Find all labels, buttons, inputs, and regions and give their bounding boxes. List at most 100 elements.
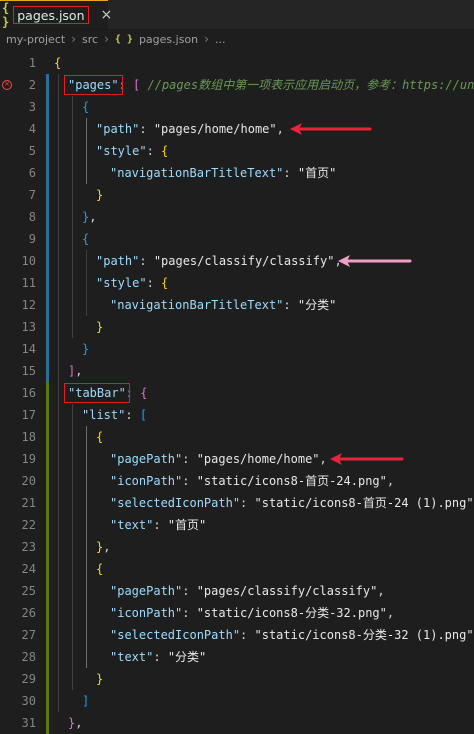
- code-line[interactable]: 15],: [0, 360, 474, 382]
- line-number: 12: [0, 294, 36, 316]
- code-token: :: [153, 518, 167, 532]
- code-text: "iconPath": "static/icons8-首页-24.png",: [110, 470, 394, 492]
- code-text: }: [96, 316, 103, 338]
- code-editor[interactable]: 1{2"pages": [ //pages数组中第一项表示应用启动页，参考：ht…: [0, 48, 474, 579]
- code-line[interactable]: 31},: [0, 712, 474, 734]
- code-token: [: [140, 408, 147, 422]
- change-marker: [46, 382, 49, 734]
- code-token: //pages数组中第一项表示应用启动页，参考：https://uni: [148, 78, 474, 92]
- code-line[interactable]: 14}: [0, 338, 474, 360]
- code-token: "text": [110, 650, 153, 664]
- code-text: "selectedIconPath": "static/icons8-分类-32…: [110, 624, 474, 646]
- line-number: 10: [0, 250, 36, 272]
- breadcrumb-item-project[interactable]: my-project: [6, 33, 65, 46]
- code-token: "style": [96, 276, 147, 290]
- code-token: "static/icons8-首页-24.png": [197, 474, 387, 488]
- code-token: }: [96, 188, 103, 202]
- code-token: "static/icons8-首页-24 (1).png": [255, 496, 474, 510]
- code-text: "navigationBarTitleText": "首页": [110, 162, 336, 184]
- code-token: "pages/classify/classify": [154, 254, 335, 268]
- code-token: "首页": [298, 166, 336, 180]
- code-token: {: [96, 430, 103, 444]
- code-token: :: [240, 628, 254, 642]
- code-token: :: [283, 298, 297, 312]
- code-token: ,: [334, 254, 341, 268]
- line-number: 29: [0, 668, 36, 690]
- code-text: "selectedIconPath": "static/icons8-首页-24…: [110, 492, 474, 514]
- code-token: :: [139, 122, 153, 136]
- chevron-right-icon: ›: [204, 32, 209, 46]
- code-text: ],: [68, 360, 82, 382]
- code-token: ,: [387, 474, 394, 488]
- code-text: }: [96, 668, 103, 690]
- code-text: "pages": [ //pages数组中第一项表示应用启动页，参考：https…: [68, 74, 474, 96]
- line-number: 3: [0, 96, 36, 118]
- code-token: {: [54, 56, 61, 70]
- code-text: "path": "pages/classify/classify",: [96, 250, 342, 272]
- line-number: 30: [0, 690, 36, 712]
- code-text: ]: [82, 690, 89, 712]
- code-text: },: [68, 712, 82, 734]
- tab-pages-json[interactable]: { } pages.json ×: [0, 0, 108, 29]
- code-token: "pages/home/home": [154, 122, 277, 136]
- code-token: ,: [75, 716, 82, 730]
- code-token: :: [182, 584, 196, 598]
- line-number: 11: [0, 272, 36, 294]
- line-number: 15: [0, 360, 36, 382]
- code-token: ,: [75, 364, 82, 378]
- code-token: {: [96, 562, 103, 576]
- code-token: {: [140, 386, 147, 400]
- breadcrumb-item-more[interactable]: ...: [215, 33, 226, 46]
- highlight-box: [64, 383, 130, 403]
- line-number: 8: [0, 206, 36, 228]
- breadcrumb-item-file[interactable]: pages.json: [139, 33, 198, 46]
- code-text: "pagePath": "pages/home/home",: [110, 448, 327, 470]
- code-token: "pagePath": [110, 584, 182, 598]
- code-token: {: [82, 100, 89, 114]
- code-token: {: [161, 144, 168, 158]
- code-text: "iconPath": "static/icons8-分类-32.png",: [110, 602, 394, 624]
- chevron-right-icon: ›: [104, 32, 109, 46]
- breadcrumb-item-src[interactable]: src: [82, 33, 98, 46]
- code-token: "navigationBarTitleText": [110, 166, 283, 180]
- close-icon[interactable]: ×: [101, 7, 113, 23]
- code-token: "pages/classify/classify": [197, 584, 378, 598]
- code-token: "selectedIconPath": [110, 628, 240, 642]
- code-text: "navigationBarTitleText": "分类": [110, 294, 336, 316]
- breadcrumb: my-project › src › { } pages.json › ...: [6, 30, 466, 48]
- code-token: "iconPath": [110, 606, 182, 620]
- line-number: 16: [0, 382, 36, 404]
- code-text: {: [96, 558, 103, 580]
- indent-guide: [72, 96, 73, 338]
- code-token: "style": [96, 144, 147, 158]
- code-token: }: [82, 342, 89, 356]
- code-token: "pagePath": [110, 452, 182, 466]
- code-token: "selectedIconPath": [110, 496, 240, 510]
- line-number: 22: [0, 514, 36, 536]
- line-number: 20: [0, 470, 36, 492]
- chevron-right-icon: ›: [71, 32, 76, 46]
- code-token: "static/icons8-分类-32.png": [197, 606, 387, 620]
- code-token: "list": [82, 408, 125, 422]
- code-token: "分类": [298, 298, 336, 312]
- code-token: }: [96, 672, 103, 686]
- error-icon[interactable]: ×: [2, 80, 12, 90]
- indent-guide: [86, 426, 87, 668]
- line-number: 17: [0, 404, 36, 426]
- code-token: [140, 78, 147, 92]
- code-token: :: [153, 650, 167, 664]
- code-text: "text": "分类": [110, 646, 206, 668]
- indent-guide: [58, 74, 59, 712]
- code-token: {: [82, 232, 89, 246]
- code-text: "pagePath": "pages/classify/classify",: [110, 580, 385, 602]
- code-token: "分类": [168, 650, 206, 664]
- line-number: 13: [0, 316, 36, 338]
- code-line[interactable]: 30]: [0, 690, 474, 712]
- code-token: ,: [103, 540, 110, 554]
- tab-bar: { } pages.json ×: [0, 0, 474, 30]
- tab-label-highlight: pages.json: [13, 6, 88, 24]
- line-number: 18: [0, 426, 36, 448]
- code-token: :: [147, 276, 161, 290]
- code-line[interactable]: 1{: [0, 52, 474, 74]
- code-text: },: [82, 206, 96, 228]
